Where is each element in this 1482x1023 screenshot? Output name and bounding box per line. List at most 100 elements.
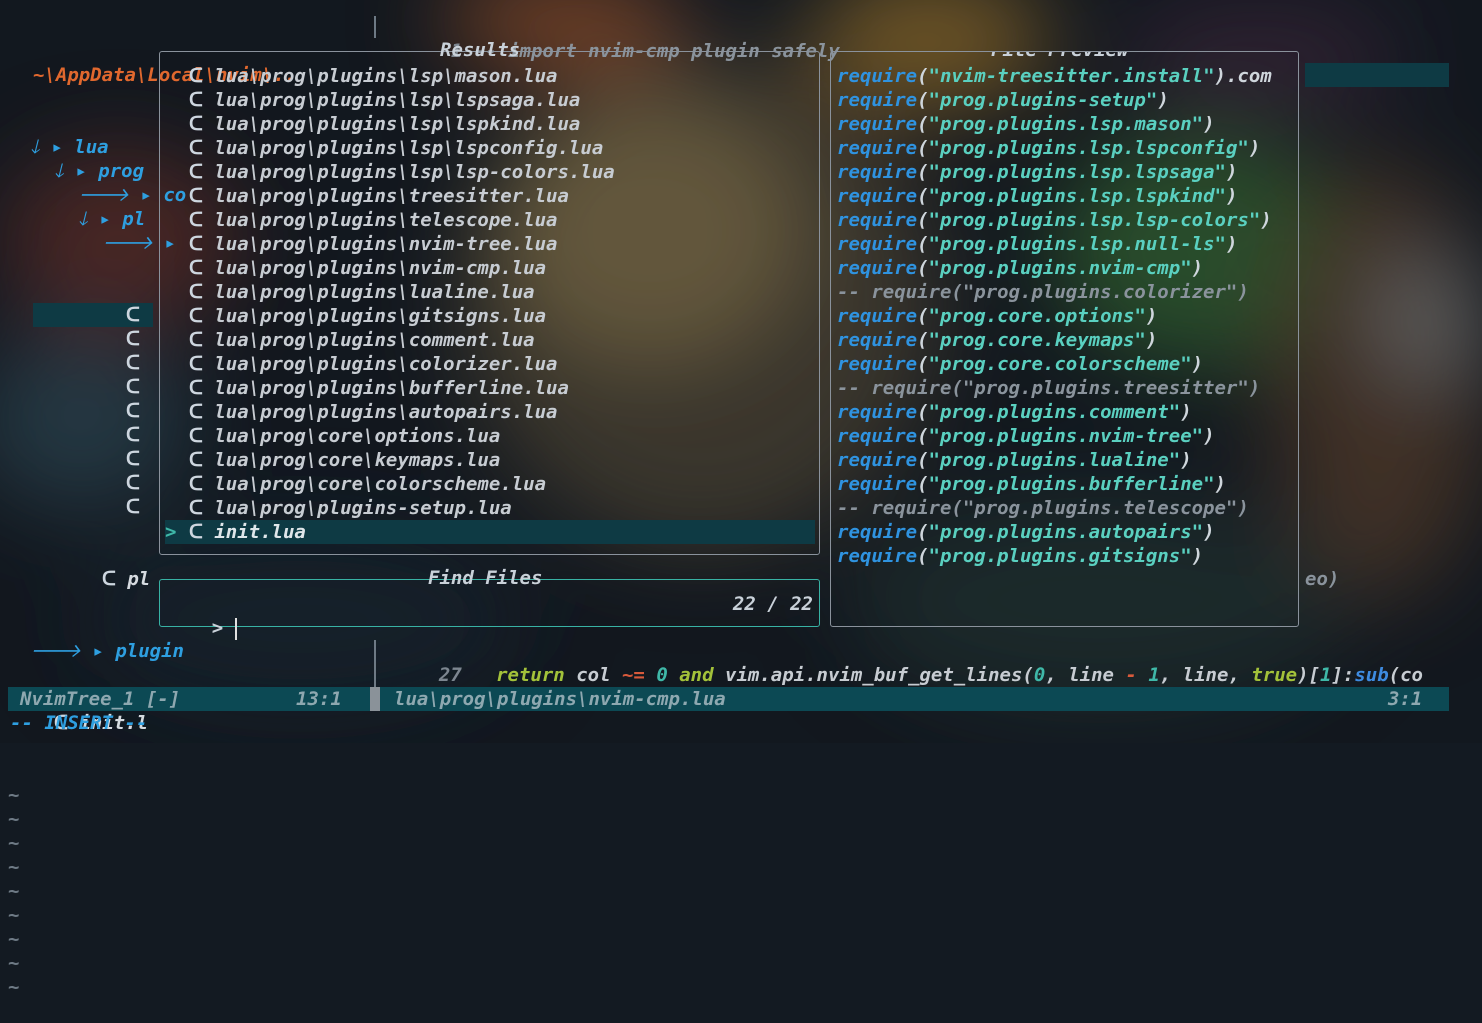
folder-icon: ▸ <box>75 160 87 182</box>
result-item[interactable]: ᑕ lua\prog\plugins\lsp\lspsaga.lua <box>165 88 815 112</box>
result-path: lua\prog\core\colorscheme.lua <box>214 473 547 495</box>
lua-file-icon: ᑕ <box>189 161 203 183</box>
folder-icon: ▸ <box>51 136 63 158</box>
result-item[interactable]: ᑕ lua\prog\core\colorscheme.lua <box>165 472 815 496</box>
lua-file-icon: ᑕ <box>189 473 203 495</box>
result-item[interactable]: ᑕ lua\prog\plugins\nvim-tree.lua <box>165 232 815 256</box>
statusline-left-position: 13:1 <box>296 688 342 710</box>
empty-line-tilde: ~ <box>8 928 20 950</box>
result-path: lua\prog\plugins\lsp\lspconfig.lua <box>214 137 604 159</box>
lua-file-icon: ᑕ <box>189 353 203 375</box>
lua-file-icon: ᑕ <box>102 568 116 590</box>
telescope-results-window[interactable]: Results ᑕ lua\prog\plugins\lsp\mason.lua… <box>159 39 820 555</box>
preview-line: require("prog.plugins.nvim-tree") <box>837 425 1215 447</box>
result-item[interactable]: ᑕ lua\prog\core\keymaps.lua <box>165 448 815 472</box>
result-item[interactable]: ᑕ lua\prog\plugins\nvim-cmp.lua <box>165 256 815 280</box>
preview-line: require("prog.plugins.lsp.mason") <box>837 113 1215 135</box>
lua-file-icon: ᑕ <box>189 257 203 279</box>
result-item[interactable]: ᑕ lua\prog\plugins\telescope.lua <box>165 208 815 232</box>
lua-file-icon: ᑕ <box>126 472 140 494</box>
preview-line: require("prog.core.keymaps") <box>837 329 1158 351</box>
empty-line-tilde: ~ <box>8 832 20 854</box>
prompt-input[interactable]: > <box>166 592 237 664</box>
result-path: lua\prog\plugins\lsp\lsp-colors.lua <box>214 161 615 183</box>
chevron-down-icon: 🡓 <box>30 136 40 158</box>
result-path: lua\prog\plugins\treesitter.lua <box>214 185 569 207</box>
preview-line: require("prog.core.colorscheme") <box>837 353 1204 375</box>
preview-line: require("prog.plugins.lualine") <box>837 449 1192 471</box>
tree-item-label: prog <box>98 160 145 182</box>
empty-line-tilde: ~ <box>8 856 20 878</box>
preview-line: require("prog.plugins.comment") <box>837 401 1192 423</box>
preview-lines: require("nvim-treesitter.install").com re… <box>837 64 1298 568</box>
statusline-left: NvimTree_1 [-] 13:1 <box>8 687 370 711</box>
lua-file-icon: ᑕ <box>189 209 203 231</box>
statusline-right-position: 3:1 <box>1388 688 1423 710</box>
lua-file-icon: ᑕ <box>189 185 203 207</box>
result-path: lua\prog\plugins\nvim-cmp.lua <box>214 257 547 279</box>
result-item[interactable]: ᑕ lua\prog\plugins\autopairs.lua <box>165 400 815 424</box>
result-item[interactable]: ᑕ lua\prog\plugins\lualine.lua <box>165 280 815 304</box>
result-item[interactable]: ᑕ lua\prog\plugins\colorizer.lua <box>165 352 815 376</box>
window-split-divider-lower <box>374 640 376 688</box>
selection-caret: > <box>165 521 177 543</box>
lua-file-icon: ᑕ <box>189 89 203 111</box>
result-path: lua\prog\core\keymaps.lua <box>214 449 501 471</box>
result-path: lua\prog\plugins\nvim-tree.lua <box>214 233 558 255</box>
lua-file-icon: ᑕ <box>189 113 203 135</box>
result-item[interactable]: ᑕ lua\prog\plugins\lsp\mason.lua <box>165 64 815 88</box>
folder-icon: ▸ <box>140 184 152 206</box>
lua-file-icon: ᑕ <box>189 137 203 159</box>
preview-line: require("prog.plugins.lsp.lspsaga") <box>837 161 1238 183</box>
preview-line: require("prog.plugins.nvim-cmp") <box>837 257 1204 279</box>
result-item[interactable]: ᑕ lua\prog\plugins\treesitter.lua <box>165 184 815 208</box>
empty-line-tilde: ~ <box>8 808 20 830</box>
result-item[interactable]: > ᑕ init.lua <box>165 520 815 544</box>
preview-line: require("prog.plugins.lsp.lspkind") <box>837 185 1238 207</box>
lua-file-icon: ᑕ <box>189 233 203 255</box>
lua-file-icon: ᑕ <box>189 377 203 399</box>
lua-file-icon: ᑕ <box>189 401 203 423</box>
result-path: lua\prog\plugins\gitsigns.lua <box>214 305 547 327</box>
chevron-right-icon: 🡒 <box>78 184 129 206</box>
preview-line: -- require("prog.plugins.colorizer") <box>837 281 1249 303</box>
results-list[interactable]: ᑕ lua\prog\plugins\lsp\mason.lua ᑕ lua\pr… <box>165 64 815 544</box>
result-item[interactable]: ᑕ lua\prog\plugins\comment.lua <box>165 328 815 352</box>
result-path: lua\prog\plugins\lualine.lua <box>214 281 535 303</box>
preview-title: File Preview <box>981 52 1138 62</box>
result-path: lua\prog\plugins\colorizer.lua <box>214 353 558 375</box>
result-count: 22 / 22 <box>732 593 813 615</box>
result-item[interactable]: ᑕ lua\prog\plugins\bufferline.lua <box>165 376 815 400</box>
folder-icon: ▸ <box>92 640 104 662</box>
preview-line: require("prog.plugins.lsp.lsp-colors") <box>837 209 1272 231</box>
preview-line: require("prog.core.options") <box>837 305 1158 327</box>
window-split-divider <box>374 16 376 38</box>
telescope-prompt-window[interactable]: Find Files > 22 / 22 <box>159 567 820 640</box>
result-item[interactable]: ᑕ lua\prog\plugins\gitsigns.lua <box>165 304 815 328</box>
result-item[interactable]: ᑕ lua\prog\plugins\lsp\lspkind.lua <box>165 112 815 136</box>
lua-file-icon: ᑕ <box>189 329 203 351</box>
empty-line-tilde: ~ <box>8 880 20 902</box>
empty-line-tilde: ~ <box>8 904 20 926</box>
lua-file-icon: ᑕ <box>126 424 140 446</box>
empty-line-tilde: ~ <box>8 784 20 806</box>
folder-icon: ▸ <box>99 208 111 230</box>
tree-item-label: lua <box>74 136 109 158</box>
telescope-preview-window[interactable]: File Preview require("nvim-treesitter.in… <box>830 51 1299 627</box>
result-path: lua\prog\core\options.lua <box>214 425 501 447</box>
preview-line: require("nvim-treesitter.install").com <box>837 65 1272 87</box>
preview-line: require("prog.plugins.lsp.null-ls") <box>837 233 1238 255</box>
editor-text-fragment: eo) <box>1305 568 1340 590</box>
result-item[interactable]: ᑕ lua\prog\plugins\lsp\lsp-colors.lua <box>165 160 815 184</box>
result-item[interactable]: ᑕ lua\prog\plugins-setup.lua <box>165 496 815 520</box>
preview-line: require("prog.plugins.bufferline") <box>837 473 1226 495</box>
result-item[interactable]: ᑕ lua\prog\plugins\lsp\lspconfig.lua <box>165 136 815 160</box>
results-title: Results <box>440 39 521 61</box>
preview-line: -- require("prog.plugins.telescope") <box>837 497 1249 519</box>
statusline-right: lua\prog\plugins\nvim-cmp.lua 3:1 <box>380 687 1449 711</box>
lua-file-icon: ᑕ <box>189 281 203 303</box>
empty-line-tilde: ~ <box>8 952 20 974</box>
lua-file-icon: ᑕ <box>126 448 140 470</box>
result-item[interactable]: ᑕ lua\prog\core\options.lua <box>165 424 815 448</box>
result-path: init.lua <box>214 521 306 543</box>
